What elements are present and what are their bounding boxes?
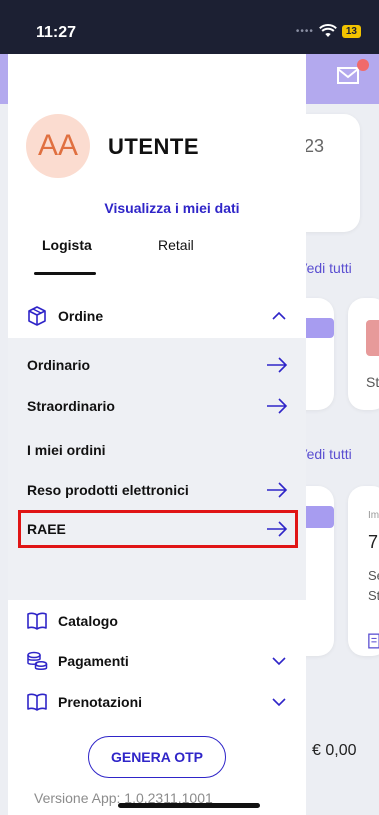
background-amount: € 0,00 [312,742,357,759]
menu-item-ordinario[interactable]: Ordinario [8,347,306,383]
chevron-up-icon[interactable] [272,311,286,321]
home-indicator[interactable] [118,803,260,808]
background-text: St [366,374,379,390]
battery-icon: 13 [341,24,361,38]
section-prenotazioni[interactable]: Prenotazioni [8,682,306,722]
background-text: Im [368,510,379,521]
tab-logista[interactable]: Logista [42,237,92,253]
cellular-signal-icon: •••• [295,25,314,37]
receipt-icon [368,633,379,649]
avatar: AA [26,114,90,178]
section-pagamenti-label: Pagamenti [58,653,129,669]
chevron-down-icon[interactable] [272,656,286,666]
background-card-number: 23 [304,136,325,156]
see-all-link[interactable]: Vedi tutti [298,446,352,462]
arrow-right-icon [267,357,288,373]
arrow-right-icon [267,398,288,414]
highlight-box [18,510,298,548]
open-book-icon [27,612,47,630]
section-prenotazioni-label: Prenotazioni [58,694,143,710]
app-version-label: Versione App: [34,790,121,806]
status-time: 11:27 [36,24,77,41]
section-pagamenti[interactable]: Pagamenti [8,641,306,681]
see-all-link[interactable]: Vedi tutti [298,260,352,276]
menu-item-label: Reso prodotti elettronici [27,482,189,498]
status-icons: •••• 13 [296,24,361,38]
menu-item-straordinario[interactable]: Straordinario [8,388,306,424]
section-ordine[interactable]: Ordine [8,296,306,336]
background-text: Se [368,568,379,583]
user-name: UTENTE [108,134,199,159]
section-catalogo-label: Catalogo [58,613,118,629]
background-text: 7. [368,532,379,552]
chevron-down-icon[interactable] [272,697,286,707]
menu-item-reso-prodotti-elettronici[interactable]: Reso prodotti elettronici [8,472,306,508]
navigation-drawer: AA UTENTE Visualizza i miei dati Logista… [8,54,306,815]
background-chip [366,320,379,356]
arrow-right-icon [267,482,288,498]
menu-item-label: Straordinario [27,398,115,414]
menu-item-label: I miei ordini [27,442,106,458]
background-text: St [368,588,379,603]
notification-dot [357,59,369,71]
coins-icon [27,651,48,670]
box-icon [28,306,46,326]
section-ordine-label: Ordine [58,308,104,324]
tab-retail[interactable]: Retail [158,237,194,253]
menu-item-label: Ordinario [27,357,91,373]
menu-item-i-miei-ordini[interactable]: I miei ordini [8,432,306,468]
wifi-icon [318,24,337,37]
view-my-data-link[interactable]: Visualizza i miei dati [8,200,306,216]
open-book-icon [27,693,47,711]
tab-selected-indicator [34,272,96,275]
avatar-initials: AA [37,129,79,162]
status-bar: 11:27 •••• 13 [0,0,379,54]
section-catalogo[interactable]: Catalogo [8,601,306,641]
generate-otp-button[interactable]: GENERA OTP [88,736,226,778]
